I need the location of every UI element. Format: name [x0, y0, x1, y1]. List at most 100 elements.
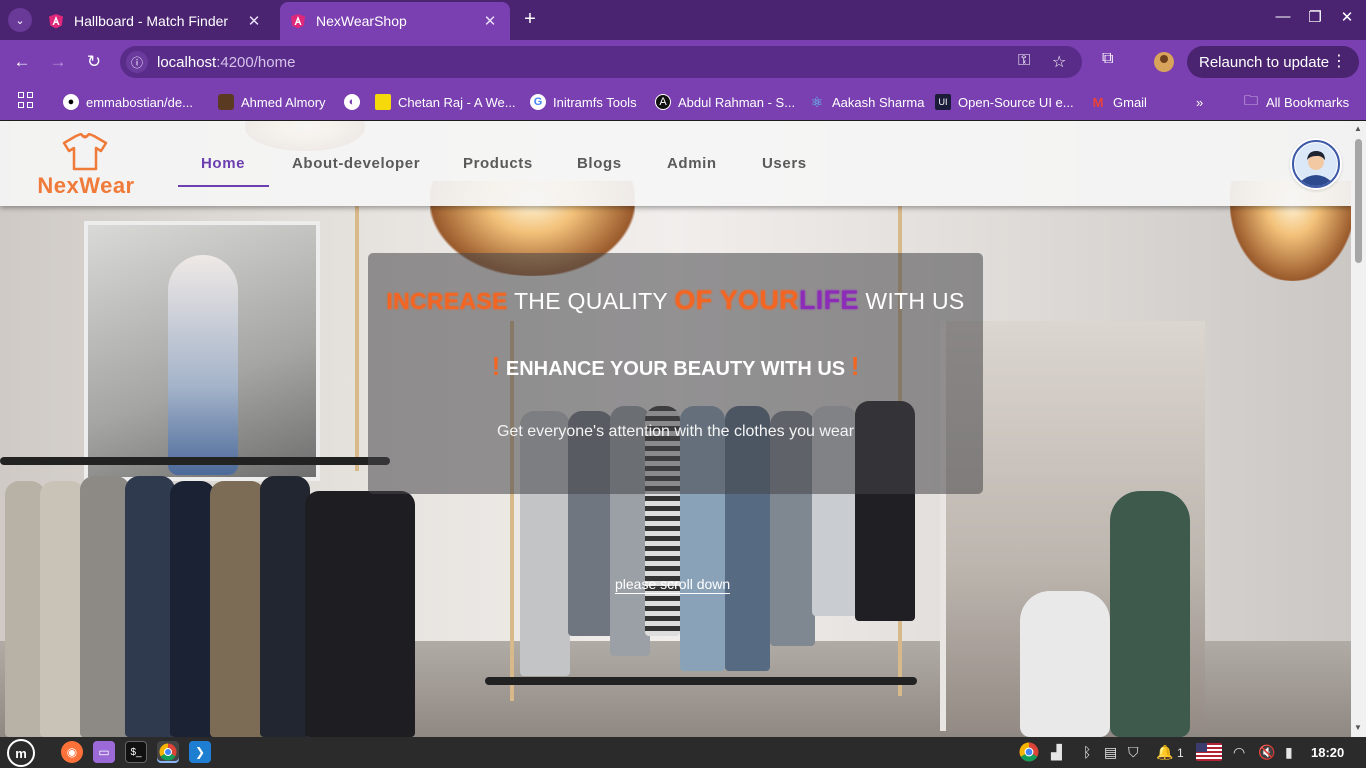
- system-clock[interactable]: 18:20: [1311, 745, 1344, 760]
- nav-home[interactable]: Home: [201, 155, 245, 172]
- chrome-tray-icon[interactable]: [1018, 741, 1040, 763]
- new-tab-button[interactable]: +: [518, 8, 542, 32]
- exclamation-mark: !: [850, 351, 860, 381]
- minimize-icon[interactable]: —: [1271, 8, 1295, 25]
- file-manager-icon[interactable]: ▭: [93, 741, 115, 763]
- notifications-icon[interactable]: 🔔: [1156, 744, 1173, 761]
- avatar-icon: [218, 94, 234, 110]
- tab-search-button[interactable]: ⌄: [8, 8, 32, 32]
- back-icon[interactable]: ←: [10, 50, 34, 74]
- us-flag-keyboard-icon[interactable]: [1196, 743, 1222, 761]
- more-bookmarks-icon[interactable]: »: [1196, 92, 1203, 112]
- more-menu-icon[interactable]: ⋮: [1331, 51, 1347, 71]
- page-viewport: NexWear Home About-developer Products Bl…: [0, 121, 1351, 737]
- clothing-item: [5, 481, 45, 737]
- url-text: localhost:4200/home: [157, 54, 295, 71]
- bluetooth-icon[interactable]: ᛒ: [1083, 744, 1091, 760]
- bookmark-label: emmabostian/de...: [86, 94, 193, 110]
- nexwear-logo[interactable]: NexWear: [26, 133, 146, 198]
- nav-about-developer[interactable]: About-developer: [292, 155, 420, 172]
- password-key-icon[interactable]: ⚿: [1018, 52, 1030, 70]
- clothing-item: [170, 481, 215, 737]
- firefox-icon[interactable]: ◉: [61, 741, 83, 763]
- bookmark-label: Initramfs Tools: [553, 94, 637, 110]
- react-icon: ⚛: [810, 93, 824, 110]
- nav-products[interactable]: Products: [463, 155, 533, 172]
- clothing-rack: [0, 457, 390, 465]
- bookmark-star-icon[interactable]: ☆: [1052, 52, 1066, 72]
- clipboard-icon[interactable]: ▤: [1104, 744, 1117, 761]
- relaunch-label: Relaunch to update: [1199, 53, 1330, 71]
- tshirt-icon: [62, 133, 108, 171]
- close-window-icon[interactable]: ✕: [1335, 8, 1359, 26]
- terminal-icon[interactable]: $_: [125, 741, 147, 763]
- hero-section: NexWear Home About-developer Products Bl…: [0, 121, 1351, 737]
- tab-title: Hallboard - Match Finder: [74, 13, 229, 29]
- site-info-icon[interactable]: ⓘ: [126, 51, 148, 73]
- close-tab-icon[interactable]: ✕: [244, 12, 264, 30]
- tab-title: NexWearShop: [316, 13, 407, 29]
- hero-headline: INCREASE THE QUALITY OF YOURLIFE WITH US: [368, 285, 983, 316]
- volume-muted-icon[interactable]: 🔇: [1258, 744, 1275, 761]
- bookmark-emmabostian[interactable]: ● emmabostian/de...: [63, 92, 193, 112]
- tab-hallboard[interactable]: Hallboard - Match Finder ✕: [38, 2, 274, 40]
- scroll-down-arrow-icon[interactable]: ▼: [1354, 723, 1362, 732]
- bookmark-open-source-ui[interactable]: UI Open-Source UI e...: [935, 92, 1074, 112]
- bookmark-aakash-sharma[interactable]: ⚛ Aakash Sharma: [809, 92, 925, 112]
- restore-icon[interactable]: ❐: [1303, 8, 1327, 26]
- user-avatar-icon: [1295, 143, 1337, 186]
- forward-icon[interactable]: →: [46, 50, 70, 74]
- extensions-icon[interactable]: ⧉: [1102, 50, 1113, 68]
- clothing-item: [80, 476, 130, 737]
- address-bar[interactable]: ⓘ localhost:4200/home ⚿ ☆: [120, 46, 1082, 78]
- nav-users[interactable]: Users: [762, 155, 807, 172]
- apps-grid-icon[interactable]: [18, 92, 34, 108]
- os-taskbar: m ◉ ▭ $_ ❯ ▟ ᛒ ▤ ⛉ 🔔 1 ◠ 🔇 ▮ 18:20: [0, 737, 1366, 768]
- headline-the-quality: THE QUALITY: [507, 288, 675, 314]
- bookmark-globe[interactable]: ◐: [344, 92, 367, 112]
- mint-menu-icon[interactable]: m: [7, 739, 35, 767]
- scrollbar-thumb[interactable]: [1355, 139, 1362, 263]
- headline-of-your: OF YOUR: [674, 285, 799, 315]
- fashion-poster-image: [84, 221, 320, 481]
- vscode-icon[interactable]: ❯: [189, 741, 211, 763]
- shopper-figure: [1110, 491, 1190, 737]
- bookmark-label: Chetan Raj - A We...: [398, 94, 516, 110]
- bookmark-label: Gmail: [1113, 94, 1147, 110]
- hero-subheadline: ! ENHANCE YOUR BEAUTY WITH US !: [368, 351, 983, 382]
- hanging-rope: [355, 206, 359, 471]
- nav-admin[interactable]: Admin: [667, 155, 717, 172]
- bookmark-label: Abdul Rahman - S...: [678, 94, 796, 110]
- bookmark-ahmed-almory[interactable]: Ahmed Almory: [218, 92, 326, 112]
- all-bookmarks-folder[interactable]: 🗀 All Bookmarks: [1243, 92, 1349, 112]
- bookmark-initramfs[interactable]: G Initramfs Tools: [530, 92, 637, 112]
- bookmark-gmail[interactable]: M Gmail: [1090, 92, 1147, 112]
- reload-icon[interactable]: ↻: [82, 50, 106, 74]
- scroll-up-arrow-icon[interactable]: ▲: [1354, 124, 1362, 133]
- scroll-down-link[interactable]: please scroll down: [615, 576, 731, 594]
- system-monitor-icon[interactable]: ▟: [1051, 744, 1062, 761]
- close-tab-icon[interactable]: ✕: [480, 12, 500, 30]
- active-nav-indicator: [178, 185, 269, 187]
- bookmark-abdul-rahman[interactable]: A Abdul Rahman - S...: [655, 92, 795, 112]
- chrome-taskbar-icon[interactable]: [157, 741, 179, 763]
- shield-icon[interactable]: ⛉: [1128, 744, 1139, 761]
- letter-a-icon: A: [655, 94, 671, 110]
- clothing-item: [40, 481, 85, 737]
- bookmark-label: All Bookmarks: [1266, 94, 1350, 110]
- relaunch-button[interactable]: Relaunch to update ⋮: [1187, 46, 1359, 78]
- tab-nexwearshop[interactable]: NexWearShop ✕: [280, 2, 510, 40]
- nav-blogs[interactable]: Blogs: [577, 155, 622, 172]
- app-navbar: NexWear Home About-developer Products Bl…: [0, 121, 1351, 206]
- clothing-item: [305, 491, 415, 737]
- user-avatar[interactable]: [1292, 140, 1340, 188]
- wifi-icon[interactable]: ◠: [1233, 744, 1245, 761]
- browser-toolbar: ← → ↻ ⓘ localhost:4200/home ⚿ ☆ ⧉ Relaun…: [0, 40, 1366, 84]
- browser-profile-avatar[interactable]: [1154, 52, 1174, 72]
- clothing-item: [210, 481, 265, 737]
- battery-icon[interactable]: ▮: [1285, 744, 1293, 761]
- page-scrollbar[interactable]: ▲ ▼: [1351, 121, 1366, 737]
- url-path: :4200/home: [216, 53, 296, 71]
- bookmark-chetan-raj[interactable]: Chetan Raj - A We...: [375, 92, 516, 112]
- brand-name: NexWear: [37, 173, 135, 198]
